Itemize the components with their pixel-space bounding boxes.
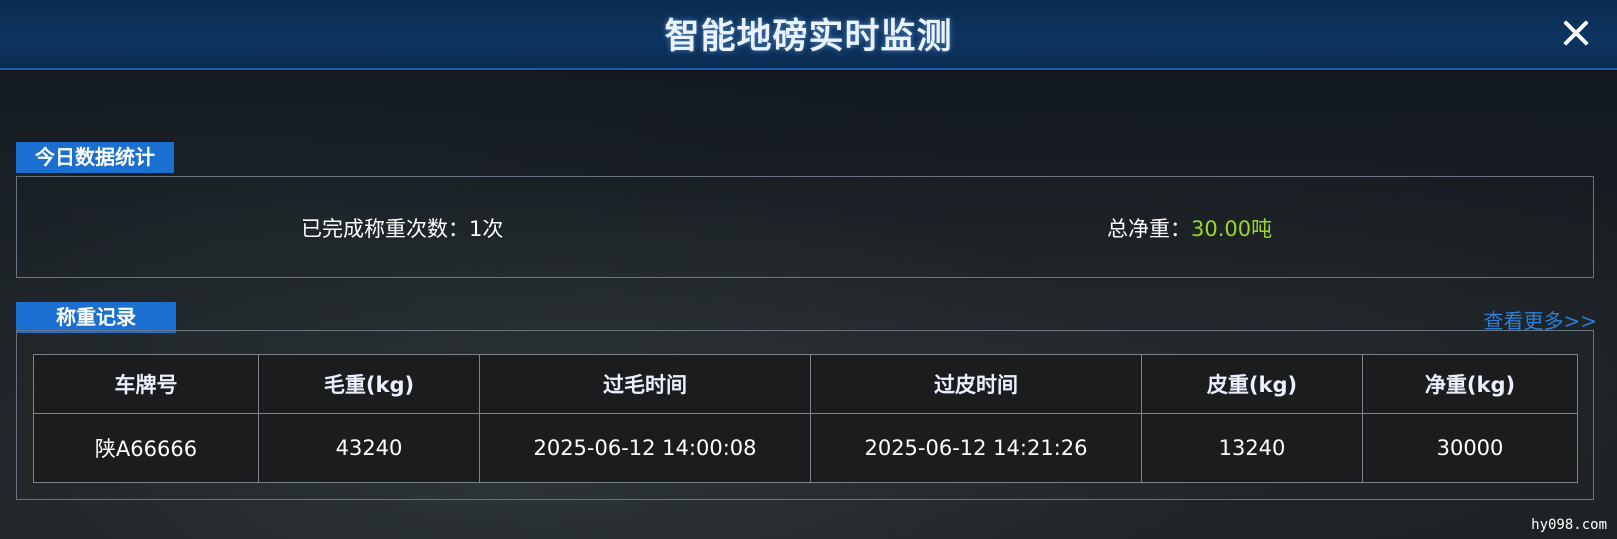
stats-panel: 已完成称重次数：1次 总净重：30.00吨 [16, 176, 1594, 278]
cell-gross: 43240 [258, 413, 480, 483]
page-title: 智能地磅实时监测 [664, 17, 953, 57]
cell-tare: 13240 [1141, 413, 1363, 483]
records-section-tab: 称重记录 [16, 302, 176, 333]
cell-gross-time: 2025-06-12 14:00:08 [479, 413, 811, 483]
net-weight-label: 总净重： [1107, 217, 1191, 241]
table-row: 陕A66666 43240 2025-06-12 14:00:08 2025-0… [33, 413, 1578, 483]
column-header-gross-time: 过毛时间 [479, 354, 811, 414]
records-panel: 车牌号 毛重(kg) 过毛时间 过皮时间 皮重(kg) 净重(kg) 陕A666… [16, 330, 1594, 500]
cell-plate: 陕A66666 [33, 413, 259, 483]
completed-count-value: 1次 [469, 217, 504, 241]
cell-net: 30000 [1362, 413, 1578, 483]
completed-count-stat: 已完成称重次数：1次 [301, 213, 503, 243]
watermark-text: hy098.com [1531, 517, 1607, 533]
records-table: 车牌号 毛重(kg) 过毛时间 过皮时间 皮重(kg) 净重(kg) 陕A666… [33, 354, 1578, 483]
column-header-tare-time: 过皮时间 [810, 354, 1142, 414]
net-weight-value: 30.00吨 [1191, 217, 1273, 241]
completed-count-label: 已完成称重次数： [301, 217, 469, 241]
close-icon[interactable] [1559, 16, 1593, 50]
header-bar: 智能地磅实时监测 [0, 0, 1617, 70]
column-header-tare: 皮重(kg) [1141, 354, 1363, 414]
column-header-net: 净重(kg) [1362, 354, 1578, 414]
column-header-plate: 车牌号 [33, 354, 259, 414]
table-header-row: 车牌号 毛重(kg) 过毛时间 过皮时间 皮重(kg) 净重(kg) [33, 354, 1578, 414]
stats-section-tab: 今日数据统计 [16, 142, 174, 173]
cell-tare-time: 2025-06-12 14:21:26 [810, 413, 1142, 483]
net-weight-stat: 总净重：30.00吨 [1107, 213, 1272, 243]
column-header-gross: 毛重(kg) [258, 354, 480, 414]
